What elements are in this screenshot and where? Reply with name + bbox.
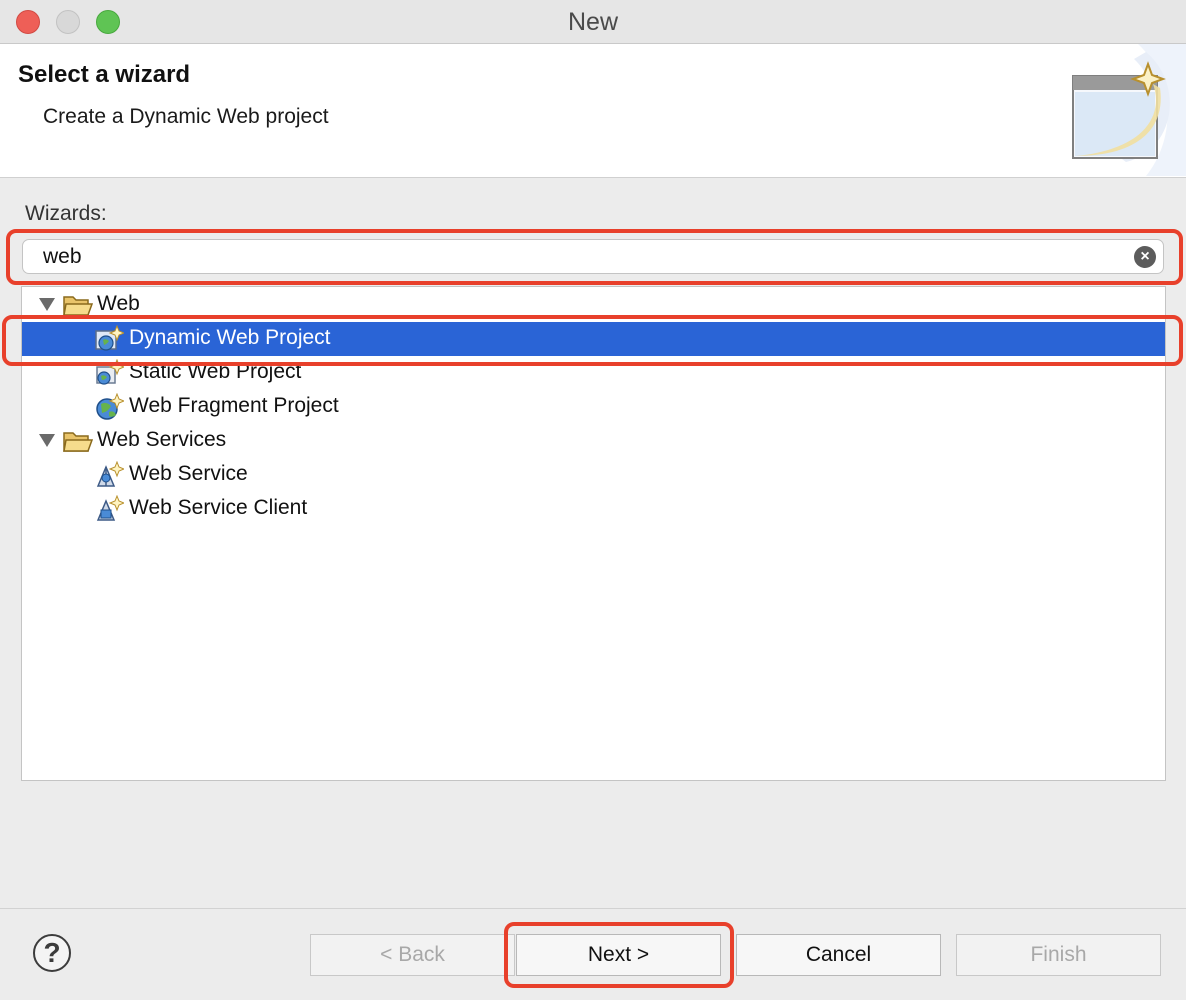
tree-item-label: Web Fragment Project (129, 394, 339, 417)
help-button[interactable]: ? (33, 934, 71, 972)
wizard-filter-value[interactable]: web (43, 245, 82, 269)
tree-item-web-service-client[interactable]: Web Service Client (22, 492, 1165, 526)
wizards-label: Wizards: (25, 202, 107, 225)
back-button[interactable]: < Back (310, 934, 515, 976)
dynamic-web-project-icon (95, 325, 124, 351)
tree-item-web-service[interactable]: Web Service (22, 458, 1165, 492)
folder-icon (63, 432, 94, 452)
page-description: Create a Dynamic Web project (43, 105, 329, 128)
web-fragment-project-icon (96, 393, 124, 420)
tree-item-web-services[interactable]: Web Services (22, 424, 1165, 458)
tree-item-label: Dynamic Web Project (129, 326, 331, 349)
cancel-button[interactable]: Cancel (736, 934, 941, 976)
wizard-filter-input[interactable]: web × (22, 239, 1164, 274)
tree-item-label: Web (97, 292, 140, 315)
expand-toggle-icon[interactable] (39, 298, 55, 311)
tree-item-label: Web Services (97, 428, 227, 451)
window-title: New (567, 8, 618, 36)
next-button[interactable]: Next > (516, 934, 721, 976)
wizard-banner-icon (1072, 44, 1186, 176)
tree-item-label: Static Web Project (129, 360, 302, 383)
web-service-icon (96, 461, 124, 487)
folder-icon (63, 296, 94, 316)
tree-item-static-web-project[interactable]: Static Web Project (22, 356, 1165, 390)
tree-item-label: Web Service (129, 462, 248, 485)
button-bar-divider (0, 908, 1186, 909)
wizard-tree[interactable]: Web Dynamic Web Project Static Web Proje… (21, 286, 1166, 781)
expand-toggle-icon[interactable] (39, 434, 55, 447)
static-web-project-icon (96, 359, 124, 385)
wizard-header: Select a wizard Create a Dynamic Web pro… (0, 44, 1186, 178)
clear-icon[interactable]: × (1134, 246, 1156, 268)
finish-button[interactable]: Finish (956, 934, 1161, 976)
tree-item-dynamic-web-project[interactable]: Dynamic Web Project (22, 322, 1165, 356)
tree-item-web-fragment-project[interactable]: Web Fragment Project (22, 390, 1165, 424)
title-bar: New (0, 0, 1186, 44)
page-title: Select a wizard (18, 61, 191, 88)
tree-item-label: Web Service Client (129, 496, 308, 519)
tree-item-web[interactable]: Web (22, 288, 1165, 322)
web-service-client-icon (96, 495, 124, 521)
